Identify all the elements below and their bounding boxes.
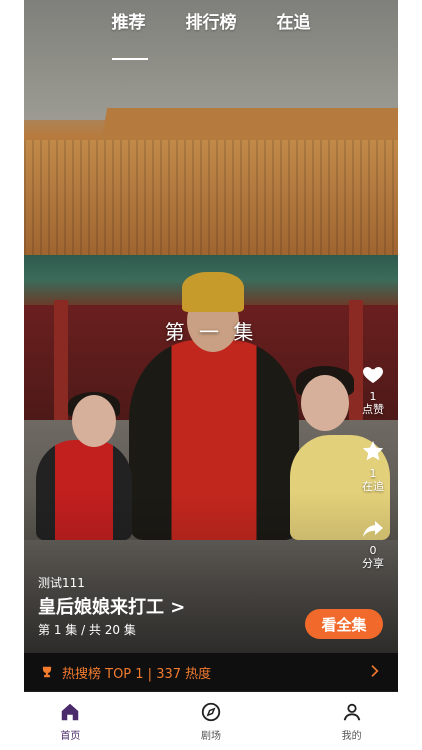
follow-count: 1 — [369, 467, 377, 480]
watch-all-button[interactable]: 看全集 — [305, 609, 383, 639]
nav-theater-label: 剧场 — [201, 730, 221, 742]
top-tab-bar: 推荐 排行榜 在追 — [24, 8, 398, 60]
nav-home[interactable]: 首页 — [0, 692, 141, 750]
nav-theater[interactable]: 剧场 — [141, 692, 282, 750]
hot-search-text: 热搜榜 TOP 1 | 337 热度 — [62, 666, 212, 682]
user-icon — [343, 703, 360, 720]
heart-icon — [363, 367, 383, 383]
nav-mine[interactable]: 我的 — [281, 692, 422, 750]
like-count: 1 — [369, 390, 377, 403]
palace-roof-upper — [100, 108, 398, 144]
nav-mine-label: 我的 — [341, 730, 362, 742]
trophy-icon — [42, 666, 52, 678]
like-label: 点赞 — [362, 403, 384, 416]
share-button[interactable]: 0 分享 — [361, 516, 385, 571]
left-lady-head — [72, 395, 116, 447]
share-label: 分享 — [362, 557, 384, 570]
tab-following[interactable]: 在追 — [277, 8, 311, 48]
action-column: 1 点赞 1 在追 0 分享 — [348, 362, 398, 593]
nav-home-label: 首页 — [60, 730, 81, 742]
chevron-right-icon — [371, 665, 379, 677]
follow-button[interactable]: 1 在追 — [361, 439, 385, 494]
hot-search-bar[interactable]: 热搜榜 TOP 1 | 337 热度 — [24, 653, 398, 691]
roof-tiles — [24, 140, 398, 255]
like-button[interactable]: 1 点赞 — [361, 362, 385, 417]
share-icon — [363, 521, 383, 537]
home-icon — [62, 703, 79, 720]
star-icon — [362, 441, 384, 461]
uploader-name: 测试111 — [38, 576, 85, 590]
emperor-crown — [182, 272, 244, 312]
share-count: 0 — [369, 544, 377, 557]
follow-label: 在追 — [362, 480, 384, 493]
drama-title-link[interactable]: 皇后娘娘来打工 > — [38, 593, 185, 619]
tab-recommend[interactable]: 推荐 — [111, 8, 148, 60]
episode-progress: 第 1 集 / 共 20 集 — [38, 623, 136, 637]
right-lady-head — [301, 375, 349, 431]
bottom-nav: 首页 剧场 我的 — [0, 692, 422, 750]
tab-ranking[interactable]: 排行榜 — [186, 8, 237, 48]
episode-overlay-text: 第 一 集 — [164, 320, 258, 344]
compass-icon — [201, 702, 221, 721]
